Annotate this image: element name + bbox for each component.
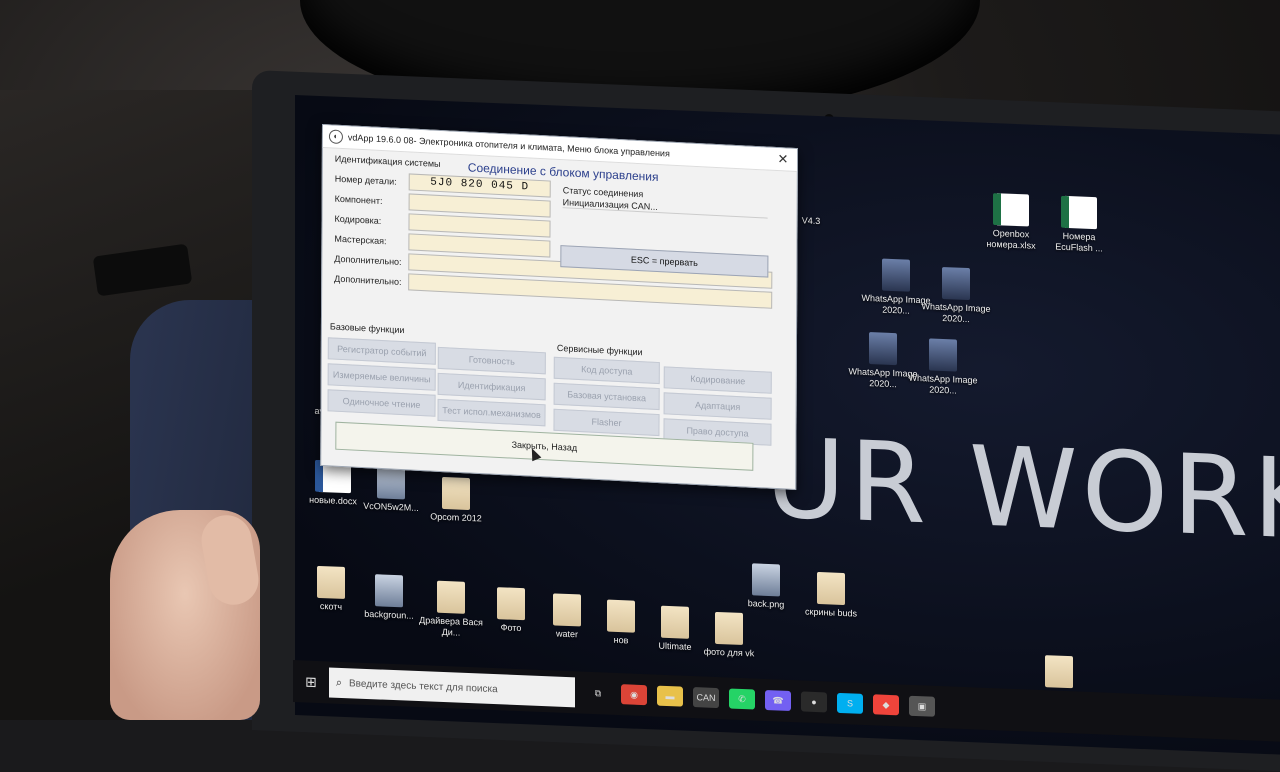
desktop-icon[interactable]: Openbox номера.xlsx — [975, 192, 1047, 252]
task-view-icon[interactable]: ⧉ — [585, 682, 611, 704]
folder-icon — [715, 611, 743, 645]
start-button[interactable]: ⊞ — [293, 673, 329, 691]
flasher-button[interactable]: Flasher — [553, 408, 660, 437]
readiness-button[interactable]: Готовность — [437, 346, 546, 375]
desktop-icon-label: VcON5w2M... — [363, 500, 419, 513]
wallpaper-text: UR WORK — [765, 413, 1280, 565]
desktop-icon-label: WhatsApp Image 2020... — [908, 372, 978, 396]
image-file-icon — [882, 258, 910, 292]
access-code-button[interactable]: Код доступа — [553, 356, 660, 385]
field-label: Номер детали: — [334, 173, 397, 187]
folder-icon — [317, 565, 345, 600]
field-label: Мастерская: — [334, 233, 387, 246]
folder-icon — [607, 599, 635, 633]
desktop-icon[interactable]: VcON5w2M... — [355, 465, 427, 514]
desktop-icon-label: WhatsApp Image 2020... — [921, 301, 991, 325]
close-window-button[interactable]: ✕ — [769, 151, 797, 168]
connection-status-text: Инициализация CAN... — [562, 197, 768, 219]
desktop-icon-label: фото для vk — [703, 646, 755, 659]
image-file-icon — [929, 338, 957, 372]
taskbar-search[interactable]: ⌕ Введите здесь текст для поиска — [329, 667, 575, 708]
basic-functions-label: Базовые функции — [329, 321, 405, 336]
excel-file-icon — [993, 193, 1029, 227]
adaptation-button[interactable]: Адаптация — [663, 392, 772, 420]
measured-values-button[interactable]: Измеряемые величины — [327, 363, 436, 391]
desktop-icon[interactable]: Opcom 2012 — [420, 476, 492, 525]
field-label: Кодировка: — [334, 213, 382, 226]
image-file-icon — [377, 466, 405, 500]
can-app-icon[interactable]: CAN — [693, 687, 719, 709]
folder-icon — [553, 593, 581, 627]
identification-button[interactable]: Идентификация — [437, 372, 546, 401]
folder-icon — [442, 476, 470, 511]
desktop-icon-label: Opcom 2012 — [430, 511, 482, 524]
folder-icon — [497, 587, 525, 621]
desktop-icon[interactable]: back.png — [730, 562, 802, 611]
anydesk-icon[interactable]: ◆ — [873, 694, 899, 716]
excel-file-icon — [1061, 195, 1097, 230]
file-explorer-icon[interactable]: ▬ — [657, 685, 683, 707]
chrome-icon[interactable]: ◉ — [621, 684, 647, 706]
whatsapp-icon[interactable]: ✆ — [729, 688, 755, 710]
app-logo-icon: ◐ — [328, 129, 343, 145]
system-identification-label: Идентификация системы — [334, 153, 441, 170]
desktop-icon[interactable]: скрины buds — [795, 571, 867, 620]
coding-button[interactable]: Кодирование — [663, 366, 772, 394]
event-log-button[interactable]: Регистратор событий — [327, 337, 436, 365]
desktop-icon[interactable]: фото для vk — [693, 611, 765, 660]
single-read-button[interactable]: Одиночное чтение — [327, 389, 436, 417]
actuator-test-button[interactable]: Тест испол.механизмов — [437, 398, 546, 427]
desktop-icon[interactable]: WhatsApp Image 2020... — [920, 266, 992, 326]
field-label: Дополнительно: — [334, 253, 402, 267]
field-label: Компонент: — [334, 193, 383, 206]
image-file-icon — [942, 266, 970, 301]
image-file-icon — [752, 563, 780, 597]
image-file-icon — [869, 332, 897, 366]
desktop-icon-label: back.png — [747, 598, 785, 610]
folder-icon — [661, 605, 689, 639]
field-label: Дополнительно: — [334, 273, 402, 287]
viber-icon[interactable]: ☎ — [765, 689, 791, 712]
desktop-icon-label: Номера EcuFlash ... — [1055, 230, 1103, 254]
app-icon[interactable]: ● — [801, 691, 827, 713]
folder-icon — [1045, 655, 1073, 689]
folder-icon — [817, 571, 845, 606]
vdapp-window[interactable]: ◐ vdApp 19.6.0 08- Электроника отопителя… — [320, 124, 798, 491]
app-icon-2[interactable]: ▣ — [909, 695, 935, 717]
desktop-icon-label: Openbox номера.xlsx — [986, 228, 1036, 251]
skype-icon[interactable]: S — [837, 692, 863, 714]
image-file-icon — [375, 574, 403, 608]
desktop-icon[interactable]: WhatsApp Image 2020... — [907, 338, 979, 398]
desktop-icon-label: скрины buds — [805, 606, 857, 619]
folder-icon — [437, 580, 465, 614]
taskbar-apps: ⧉ ◉ ▬ CAN ✆ ☎ ● S ◆ ▣ — [575, 682, 935, 717]
basic-setting-button[interactable]: Базовая установка — [553, 382, 660, 411]
search-icon: ⌕ — [335, 676, 343, 689]
search-placeholder: Введите здесь текст для поиска — [349, 677, 498, 695]
desktop-icon[interactable]: Номера EcuFlash ... — [1043, 195, 1115, 255]
service-functions-label: Сервисные функции — [556, 342, 643, 358]
